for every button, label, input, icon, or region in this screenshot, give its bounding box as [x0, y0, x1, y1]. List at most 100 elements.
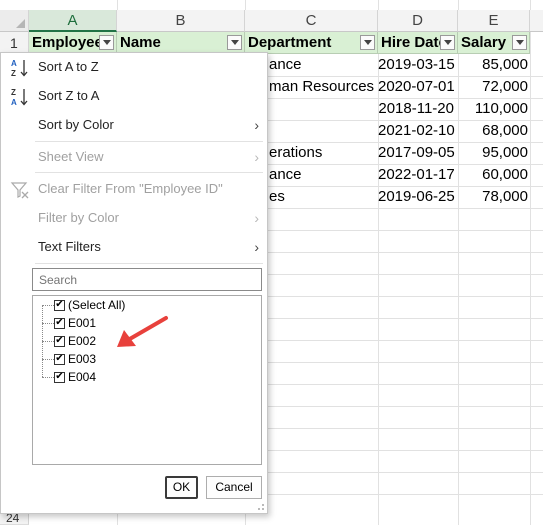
header-cell-department[interactable]: Department: [245, 32, 378, 54]
header-label: Salary: [461, 34, 507, 51]
cell-salary[interactable]: 95,000: [458, 142, 530, 164]
svg-text:Z: Z: [11, 88, 16, 97]
menu-item-sort-za[interactable]: Z A Sort Z to A: [1, 83, 267, 109]
ok-button[interactable]: OK: [165, 476, 198, 499]
select-all-corner[interactable]: [0, 10, 29, 32]
menu-item-label: Clear Filter From "Employee ID": [38, 181, 223, 196]
menu-item-label: Sort by Color: [38, 117, 114, 132]
gridline: [530, 0, 531, 525]
svg-text:Z: Z: [11, 69, 16, 78]
cell-hire-date[interactable]: 2020-07-01: [378, 76, 458, 98]
filter-values-list[interactable]: ✔ (Select All) ✔ E001 ✔ E002 ✔ E003 ✔ E0…: [32, 295, 262, 465]
menu-item-sheet-view: Sheet View ›: [1, 144, 267, 170]
filter-option-label: E003: [68, 352, 97, 366]
menu-item-label: Sort A to Z: [38, 59, 99, 74]
sort-descending-icon: Z A: [11, 88, 28, 107]
header-cell-hire-date[interactable]: Hire Date: [378, 32, 458, 54]
resize-grip-icon[interactable]: [257, 503, 265, 511]
cell-department[interactable]: man Resources: [266, 76, 378, 98]
cell-salary[interactable]: 78,000: [458, 186, 530, 208]
cell-department[interactable]: es: [266, 186, 378, 208]
filter-option-e003[interactable]: ✔ E003: [54, 350, 96, 368]
tree-connector: [42, 305, 54, 306]
svg-text:A: A: [11, 59, 17, 68]
tree-connector: [42, 323, 54, 324]
menu-item-sort-by-color[interactable]: Sort by Color ›: [1, 112, 267, 138]
checkbox-checked-icon[interactable]: ✔: [54, 335, 65, 347]
column-header-c[interactable]: C: [245, 10, 378, 32]
cell-salary[interactable]: 60,000: [458, 164, 530, 186]
filter-option-label: E002: [68, 334, 97, 348]
cell-department[interactable]: [266, 120, 378, 142]
filter-dropdown-button[interactable]: [440, 35, 455, 50]
filter-option-label: (Select All): [68, 298, 126, 312]
cell-salary[interactable]: 85,000: [458, 54, 530, 76]
menu-separator: [35, 141, 263, 142]
cell-hire-date[interactable]: 2022-01-17: [378, 164, 458, 186]
tree-connector: [42, 359, 54, 360]
menu-separator: [35, 263, 263, 264]
cell-hire-date[interactable]: 2018-11-20: [378, 98, 458, 120]
filter-dropdown-button[interactable]: [360, 35, 375, 50]
column-header-e[interactable]: E: [458, 10, 530, 32]
cancel-button[interactable]: Cancel: [206, 476, 262, 499]
cell-hire-date[interactable]: 2019-06-25: [378, 186, 458, 208]
filter-dropdown-button[interactable]: [99, 35, 114, 50]
cell-salary[interactable]: 110,000: [458, 98, 530, 120]
cell-department[interactable]: ance: [266, 54, 378, 76]
column-header-d[interactable]: D: [378, 10, 458, 32]
filter-search-input[interactable]: [32, 268, 262, 291]
header-label: Name: [120, 34, 161, 51]
menu-item-label: Sheet View: [38, 149, 104, 164]
header-label: Hire Date: [381, 34, 447, 51]
menu-item-sort-az[interactable]: A Z Sort A to Z: [1, 54, 267, 80]
checkbox-checked-icon[interactable]: ✔: [54, 353, 65, 365]
dropdown-arrow-icon: [230, 40, 239, 45]
dropdown-arrow-icon: [102, 40, 111, 45]
sort-ascending-icon: A Z: [11, 59, 28, 78]
cell-salary[interactable]: 68,000: [458, 120, 530, 142]
top-gap: [0, 0, 543, 10]
checkbox-checked-icon[interactable]: ✔: [54, 299, 65, 311]
cell-department[interactable]: [266, 98, 378, 120]
dropdown-arrow-icon: [443, 40, 452, 45]
cell-hire-date[interactable]: 2019-03-15: [378, 54, 458, 76]
svg-text:A: A: [11, 98, 17, 107]
cell-salary[interactable]: 72,000: [458, 76, 530, 98]
menu-separator: [35, 172, 263, 173]
header-cell-name[interactable]: Name: [117, 32, 245, 54]
checkbox-checked-icon[interactable]: ✔: [54, 371, 65, 383]
column-header-a[interactable]: A: [29, 10, 117, 32]
corner-triangle-icon: [16, 19, 25, 28]
row-header-1[interactable]: 1: [0, 32, 29, 54]
filter-option-select-all[interactable]: ✔ (Select All): [54, 296, 125, 314]
tree-connector: [42, 377, 54, 378]
filter-dropdown-button[interactable]: [512, 35, 527, 50]
filter-option-label: E001: [68, 316, 97, 330]
filter-option-e001[interactable]: ✔ E001: [54, 314, 96, 332]
cell-department[interactable]: ance: [266, 164, 378, 186]
header-label: Department: [248, 34, 332, 51]
menu-item-text-filters[interactable]: Text Filters ›: [1, 234, 267, 260]
filter-option-label: E004: [68, 370, 97, 384]
menu-item-filter-by-color: Filter by Color ›: [1, 205, 267, 231]
checkbox-checked-icon[interactable]: ✔: [54, 317, 65, 329]
menu-item-label: Sort Z to A: [38, 88, 100, 103]
column-header-b[interactable]: B: [117, 10, 245, 32]
filter-dropdown-button[interactable]: [227, 35, 242, 50]
chevron-right-icon: ›: [254, 117, 259, 133]
cell-department[interactable]: erations: [266, 142, 378, 164]
header-cell-salary[interactable]: Salary: [458, 32, 530, 54]
menu-item-clear-filter: Clear Filter From "Employee ID": [1, 176, 267, 202]
filter-option-e004[interactable]: ✔ E004: [54, 368, 96, 386]
cell-hire-date[interactable]: 2021-02-10: [378, 120, 458, 142]
column-header-partial[interactable]: [530, 10, 543, 32]
menu-item-label: Filter by Color: [38, 210, 119, 225]
cell-hire-date[interactable]: 2017-09-05: [378, 142, 458, 164]
chevron-right-icon: ›: [254, 149, 259, 165]
filter-option-e002[interactable]: ✔ E002: [54, 332, 96, 350]
tree-connector: [42, 341, 54, 342]
autofilter-menu: A Z Sort A to Z Z A Sort Z to A Sort by …: [0, 52, 268, 514]
menu-item-label: Text Filters: [38, 239, 101, 254]
header-cell-employee-id[interactable]: Employee I: [29, 32, 117, 54]
